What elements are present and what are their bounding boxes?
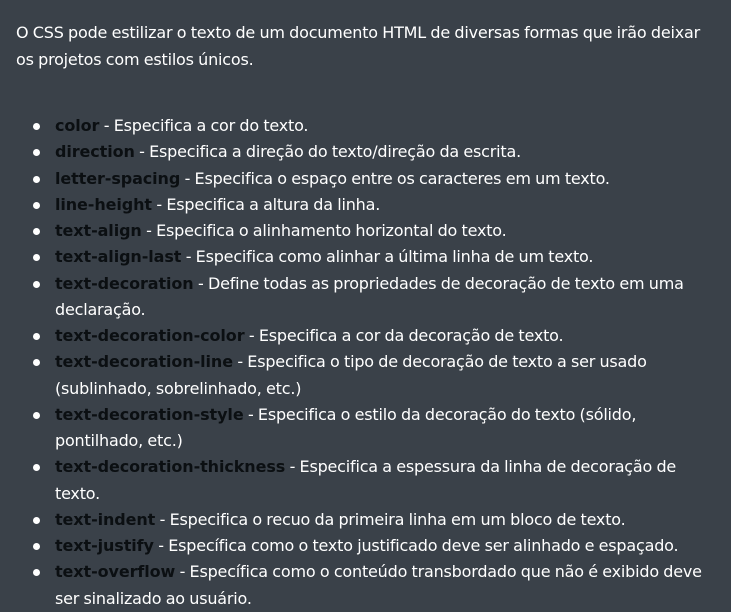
property-description: - Específica como o texto justificado de… xyxy=(153,536,679,555)
list-item: text-decoration-style - Especifica o est… xyxy=(33,402,715,455)
list-item: color - Especifica a cor do texto. xyxy=(33,113,715,139)
property-description: - Especifica o recuo da primeira linha e… xyxy=(155,509,626,529)
list-item: text-decoration-color - Especifica a cor… xyxy=(33,323,715,349)
list-item: text-justify - Específica como o texto j… xyxy=(33,533,715,559)
intro-paragraph: O CSS pode estilizar o texto de um docum… xyxy=(16,23,700,69)
property-description: - Especifica o alinhamento horizontal do… xyxy=(141,221,507,240)
property-name: text-indent xyxy=(55,509,156,529)
property-description: - Especifica como alinhar a última linha… xyxy=(181,247,594,267)
property-description: - Especifica o espaço entre os caractere… xyxy=(180,168,610,188)
list-item: text-indent - Especifica o recuo da prim… xyxy=(33,507,715,533)
property-name: direction xyxy=(55,142,135,162)
property-name: line-height xyxy=(55,194,152,214)
property-name: text-decoration-thickness xyxy=(55,457,286,477)
property-description: - Especifica a altura da linha. xyxy=(151,194,381,214)
property-name: color xyxy=(55,116,100,135)
css-text-properties-list: color - Especifica a cor do texto. direc… xyxy=(16,113,715,612)
property-description: - Especifica a cor da decoração de texto… xyxy=(244,326,564,345)
property-name: text-align-last xyxy=(55,247,182,267)
article-content: O CSS pode estilizar o texto de um docum… xyxy=(0,0,731,612)
property-name: text-align xyxy=(55,221,142,240)
list-item: text-decoration-line - Especifica o tipo… xyxy=(33,349,715,402)
list-item: letter-spacing - Especifica o espaço ent… xyxy=(33,166,715,192)
property-name: letter-spacing xyxy=(55,168,181,188)
property-name: text-decoration-line xyxy=(55,352,233,372)
list-item: text-decoration - Define todas as propri… xyxy=(33,271,715,324)
property-description: - Especifica a cor do texto. xyxy=(99,116,309,135)
list-item: direction - Especifica a direção do text… xyxy=(33,139,715,165)
property-name: text-overflow xyxy=(55,562,176,582)
property-name: text-decoration-color xyxy=(55,326,245,345)
list-item: text-align-last - Especifica como alinha… xyxy=(33,244,715,270)
property-name: text-decoration-style xyxy=(55,404,244,424)
list-item: text-overflow - Específica como o conteú… xyxy=(33,559,715,612)
property-name: text-justify xyxy=(55,536,154,555)
property-description: - Especifica a direção do texto/direção … xyxy=(134,142,521,162)
list-item: text-align - Especifica o alinhamento ho… xyxy=(33,218,715,244)
list-item: text-decoration-thickness - Especifica a… xyxy=(33,454,715,507)
property-name: text-decoration xyxy=(55,273,194,293)
list-item: line-height - Especifica a altura da lin… xyxy=(33,192,715,218)
